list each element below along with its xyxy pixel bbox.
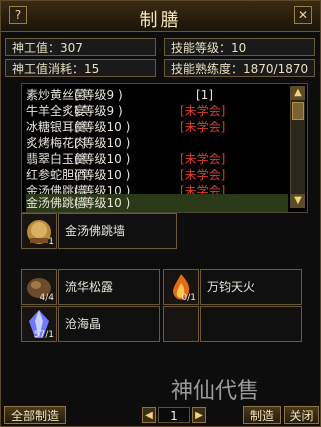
- make-button[interactable]: 制造: [243, 406, 281, 424]
- scrollbar[interactable]: ▲ ▼: [290, 86, 305, 208]
- prev-page-icon[interactable]: ◀: [142, 407, 156, 423]
- recipe-list: 素炒黄丝菌 ( 等级9 ) [1] 牛羊全炙宴 ( 等级9 ) [未学会] 冰糖…: [21, 83, 308, 213]
- material-name: 流华松露: [58, 269, 160, 305]
- material-name: 沧海晶: [58, 306, 160, 342]
- skill-proficiency: 技能熟练度：1870/1870: [164, 59, 315, 77]
- material-slot[interactable]: 57/1: [21, 306, 57, 342]
- next-page-icon[interactable]: ▶: [192, 407, 206, 423]
- material-slot[interactable]: 4/4: [21, 269, 57, 305]
- shengong-value: 神工值：307: [5, 38, 156, 56]
- scroll-up-icon[interactable]: ▲: [291, 86, 305, 100]
- material-count: 57/1: [33, 330, 54, 340]
- craft-window: ? 制膳 ✕ 神工值：307 技能等级：10 神工值消耗：15 技能熟练度：18…: [0, 0, 321, 427]
- material-name: 万钧天火: [200, 269, 302, 305]
- close-button[interactable]: 关闭: [284, 406, 319, 424]
- empty-material-slot[interactable]: [163, 306, 199, 342]
- product-slot[interactable]: 1: [21, 213, 57, 249]
- skill-level: 技能等级：10: [164, 38, 315, 56]
- empty-material-name: [200, 306, 302, 342]
- shengong-cost: 神工值消耗：15: [5, 59, 156, 77]
- watermark-text: 神仙代售: [171, 379, 260, 404]
- window-title: 制膳: [139, 10, 182, 31]
- page-input[interactable]: 1: [158, 407, 190, 423]
- product-name: 金汤佛跳墙: [58, 213, 177, 249]
- title-bar: ? 制膳 ✕: [1, 1, 320, 32]
- material-slot[interactable]: 0/1: [163, 269, 199, 305]
- recipe-row-selected[interactable]: 金汤佛跳墙 ( 等级10 ): [26, 194, 288, 212]
- scroll-down-icon[interactable]: ▼: [291, 194, 305, 208]
- close-icon[interactable]: ✕: [294, 6, 312, 24]
- product-count: 1: [48, 237, 54, 247]
- material-count: 4/4: [39, 293, 54, 303]
- recipe-level: ( 等级10 ): [74, 196, 131, 210]
- make-all-button[interactable]: 全部制造: [4, 406, 66, 424]
- material-count: 0/1: [181, 293, 196, 303]
- scroll-thumb[interactable]: [292, 102, 304, 120]
